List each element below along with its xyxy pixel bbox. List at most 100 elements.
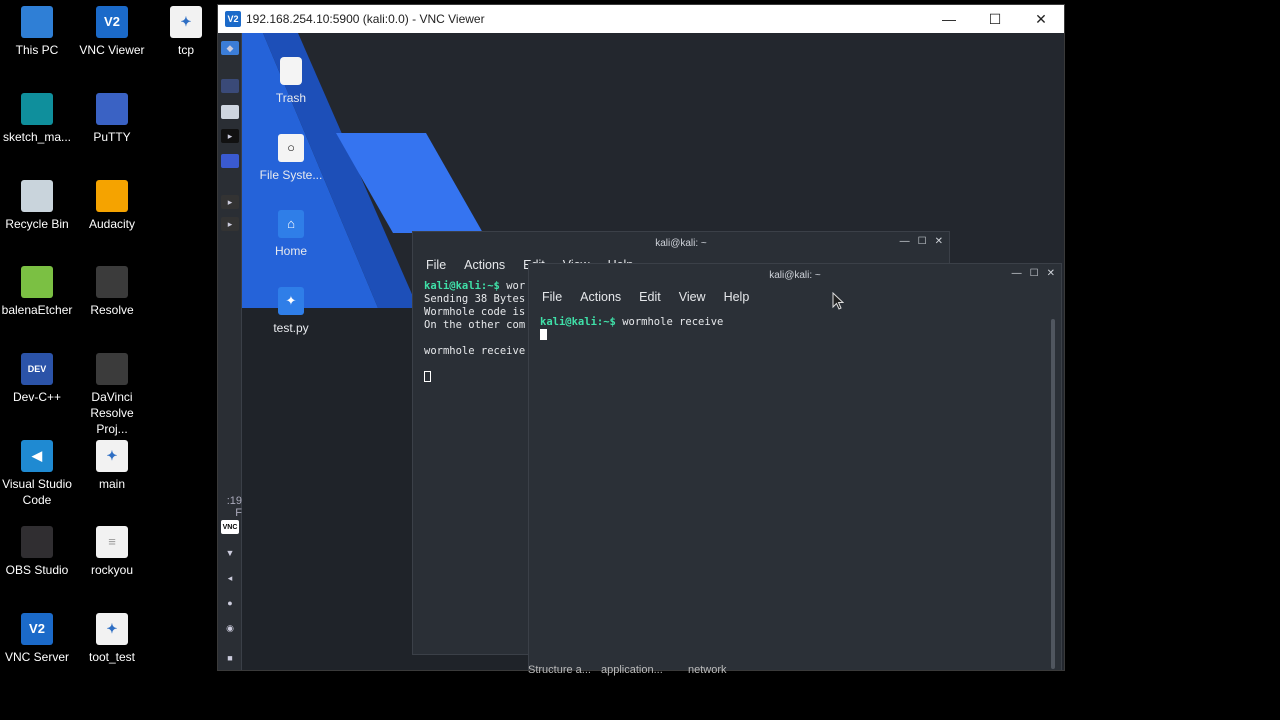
kali-icon-file-system[interactable]: ○ File Syste... <box>251 134 331 183</box>
desktop-icon-label: toot_test <box>88 650 136 664</box>
minimize-button[interactable]: — <box>1012 268 1022 279</box>
menu-edit[interactable]: Edit <box>639 290 661 304</box>
prompt-path: :~$ <box>596 316 616 328</box>
menu-help[interactable]: Help <box>724 290 750 304</box>
computer-icon <box>21 6 53 38</box>
power-icon[interactable]: ◉ <box>221 621 239 635</box>
resolve-icon <box>96 266 128 298</box>
vnc-window-title: 192.168.254.10:5900 (kali:0.0) - VNC Vie… <box>246 12 485 26</box>
terminal-titlebar[interactable]: kali@kali: ~ — ☐ ✕ <box>529 264 1061 286</box>
menu-file[interactable]: File <box>426 258 446 272</box>
home-folder-icon: ⌂ <box>278 210 304 238</box>
output-line: Wormhole code is <box>424 306 526 318</box>
desktop-icon[interactable]: OBS Studio <box>0 526 74 578</box>
file-system-icon: ○ <box>278 134 304 162</box>
terminal-scrollbar[interactable] <box>1051 319 1055 669</box>
desktop-icon[interactable]: ≡ rockyou <box>75 526 149 578</box>
python-file-icon: ✦ <box>278 287 304 315</box>
trash-icon <box>280 57 302 85</box>
text-file-icon: ≡ <box>96 526 128 558</box>
kali-icon-home[interactable]: ⌂ Home <box>251 210 331 259</box>
network-icon[interactable]: ▼ <box>221 546 239 560</box>
kali-menu-icon[interactable]: ◆ <box>221 41 239 55</box>
putty-icon <box>96 93 128 125</box>
desktop-icon[interactable]: Audacity <box>75 180 149 232</box>
audacity-icon <box>96 180 128 212</box>
desktop-icon-label: rockyou <box>90 563 134 577</box>
python-file-icon: ✦ <box>96 440 128 472</box>
python-file-icon: ✦ <box>96 613 128 645</box>
desktop-icon-label: sketch_ma... <box>2 130 72 144</box>
taskbar-terminal-1-icon[interactable]: ▸ <box>221 195 239 209</box>
command-text: wormhole receive <box>615 316 724 328</box>
obs-icon <box>21 526 53 558</box>
desktop-icon[interactable]: balenaEtcher <box>0 266 74 318</box>
icon-label: Trash <box>275 91 307 105</box>
close-button[interactable]: ✕ <box>935 236 943 247</box>
prompt-user: kali@kali <box>424 280 481 292</box>
output-line: Sending 38 Bytes <box>424 293 526 305</box>
taskbar-terminal-2-icon[interactable]: ▸ <box>221 217 239 231</box>
kali-bottom-label: application... <box>601 664 663 676</box>
desktop-icon[interactable]: This PC <box>0 6 74 58</box>
vnc-titlebar[interactable]: V2 192.168.254.10:5900 (kali:0.0) - VNC … <box>218 5 1064 33</box>
desktop-icon-label: tcp <box>177 43 194 57</box>
desktop-icon[interactable]: ◀ Visual Studio Code <box>0 440 74 508</box>
minimize-button[interactable]: — <box>926 5 972 33</box>
desktop-icon[interactable]: ✦ main <box>75 440 149 492</box>
desktop-icon[interactable]: DaVinci Resolve Proj... <box>75 353 149 437</box>
file-manager-icon[interactable] <box>221 105 239 119</box>
desktop-icon-label: VNC Server <box>4 650 69 664</box>
desktop-icon[interactable]: sketch_ma... <box>0 93 74 145</box>
desktop-icon-label: Recycle Bin <box>5 217 69 231</box>
maximize-button[interactable]: ☐ <box>1030 268 1039 279</box>
volume-icon[interactable]: ◂ <box>221 571 239 585</box>
terminal-titlebar[interactable]: kali@kali: ~ — ☐ ✕ <box>413 232 949 254</box>
prompt-path: :~$ <box>480 280 500 292</box>
kali-icon-test-py[interactable]: ✦ test.py <box>251 287 331 336</box>
terminal-menubar: File Actions Edit View Help <box>529 286 1061 308</box>
recycle-bin-icon <box>21 180 53 212</box>
notification-icon[interactable]: ● <box>221 596 239 610</box>
menu-actions[interactable]: Actions <box>580 290 621 304</box>
devcpp-icon: DEV <box>21 353 53 385</box>
terminal-cursor <box>424 371 431 382</box>
terminal-cursor <box>540 329 547 340</box>
desktop-icon[interactable]: V2 VNC Viewer <box>75 6 149 58</box>
vnc-viewer-icon: V2 <box>96 6 128 38</box>
terminal-launcher-icon[interactable]: ▸ <box>221 129 239 143</box>
terminal-window-front[interactable]: kali@kali: ~ — ☐ ✕ File Actions Edit Vie… <box>528 263 1062 670</box>
browser-icon[interactable] <box>221 154 239 168</box>
close-button[interactable]: ✕ <box>1047 268 1055 279</box>
kali-icon-trash[interactable]: Trash <box>251 57 331 106</box>
arduino-icon <box>21 93 53 125</box>
mouse-pointer-icon <box>832 292 844 310</box>
desktop-icon-label: DaVinci Resolve Proj... <box>90 390 134 436</box>
menu-view[interactable]: View <box>679 290 706 304</box>
desktop-icon[interactable]: ✦ toot_test <box>75 613 149 665</box>
maximize-button[interactable]: ☐ <box>972 5 1018 33</box>
lock-icon[interactable]: ■ <box>221 651 239 665</box>
desktop-icon[interactable]: ✦ tcp <box>149 6 223 58</box>
minimize-button[interactable]: — <box>900 236 910 247</box>
prompt-user: kali@kali <box>540 316 597 328</box>
desktop-icon[interactable]: Recycle Bin <box>0 180 74 232</box>
desktop-icon-label: main <box>98 477 125 491</box>
output-line: wormhole receive <box>424 345 526 357</box>
menu-file[interactable]: File <box>542 290 562 304</box>
icon-label: File Syste... <box>259 168 323 182</box>
command-text: wor <box>499 280 526 292</box>
terminal-output[interactable]: kali@kali:~$ wormhole receive <box>529 308 1061 342</box>
maximize-button[interactable]: ☐ <box>918 236 927 247</box>
vnc-viewer-window[interactable]: V2 192.168.254.10:5900 (kali:0.0) - VNC … <box>217 4 1065 671</box>
menu-actions[interactable]: Actions <box>464 258 505 272</box>
desktop-icon[interactable]: DEV Dev-C++ <box>0 353 74 405</box>
close-button[interactable]: ✕ <box>1018 5 1064 33</box>
x11vnc-icon[interactable]: VNC <box>221 520 239 534</box>
show-desktop-icon[interactable] <box>221 79 239 93</box>
vscode-icon: ◀ <box>21 440 53 472</box>
desktop-icon[interactable]: V2 VNC Server <box>0 613 74 665</box>
desktop-icon[interactable]: PuTTY <box>75 93 149 145</box>
desktop-icon[interactable]: Resolve <box>75 266 149 318</box>
terminal-title: kali@kali: ~ <box>769 269 821 281</box>
